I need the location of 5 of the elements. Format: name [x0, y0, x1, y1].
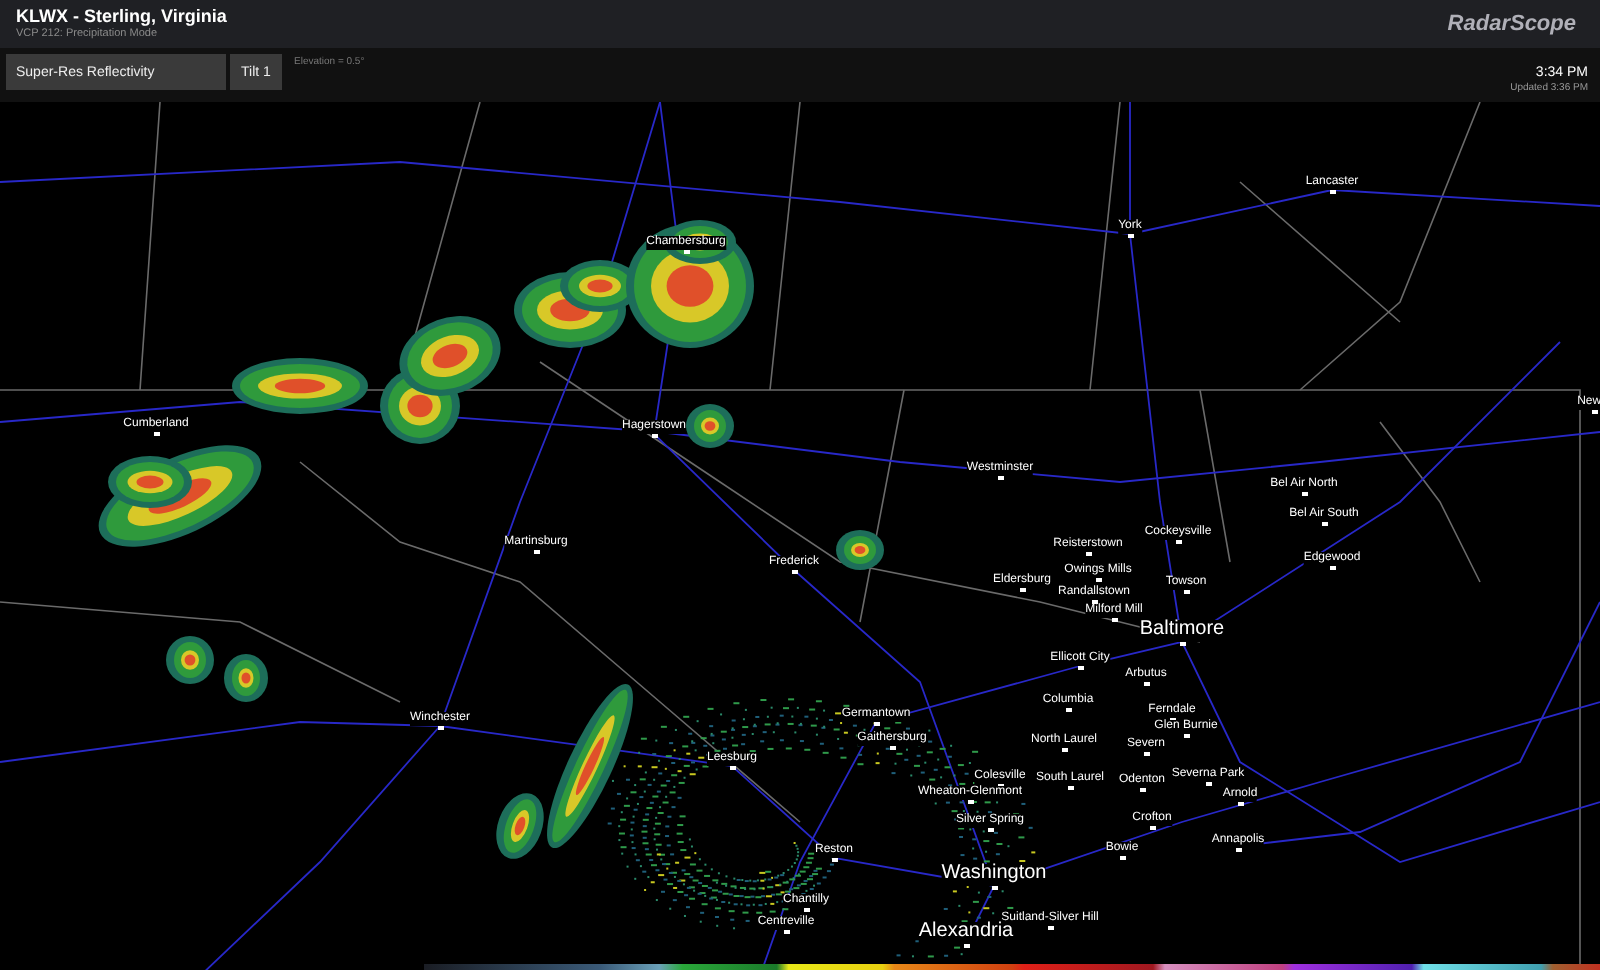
city-label: Baltimore [1139, 620, 1225, 642]
app-logo: RadarScope [1447, 12, 1576, 36]
city-label: Washington [941, 864, 1047, 886]
city-label: Alexandria [918, 922, 1014, 944]
station-title: KLWX - Sterling, Virginia [16, 7, 227, 26]
